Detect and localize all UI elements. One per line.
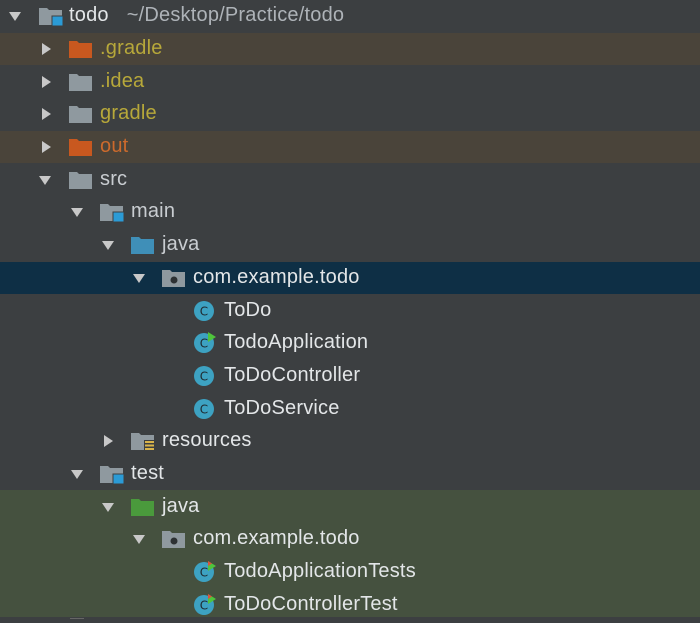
expand-arrow-icon[interactable] (99, 236, 117, 254)
class-icon: C (191, 365, 217, 387)
expand-arrow-icon[interactable] (36, 171, 54, 189)
svg-text:C: C (200, 402, 208, 416)
runnable-class-icon: C (191, 332, 217, 354)
expand-arrow-icon[interactable] (68, 465, 86, 483)
folder-label: gradle (100, 102, 157, 125)
folder-icon (68, 71, 94, 93)
test-class-icon: C (191, 561, 217, 583)
collapse-arrow-icon[interactable] (37, 138, 55, 156)
tree-row-idea[interactable]: .idea (0, 65, 700, 98)
tree-row-src[interactable]: src (0, 163, 700, 196)
collapse-arrow-icon[interactable] (99, 432, 117, 450)
svg-text:C: C (200, 598, 208, 612)
class-label: ToDoControllerTest (224, 592, 398, 615)
folder-label: resources (162, 429, 252, 452)
class-label: ToDo (224, 298, 272, 321)
bottom-edge (0, 617, 700, 623)
folder-icon (68, 169, 94, 191)
divider (70, 618, 84, 623)
module-folder-icon (99, 463, 125, 485)
class-icon: C (191, 398, 217, 420)
root-name: todo (69, 4, 109, 27)
source-folder-icon (130, 234, 156, 256)
tree-row-test[interactable]: test (0, 458, 700, 491)
tree-row-root[interactable]: todo ~/Desktop/Practice/todo (0, 0, 700, 33)
expand-arrow-icon[interactable] (99, 498, 117, 516)
package-icon (161, 267, 187, 289)
class-label: ToDoController (224, 363, 361, 386)
class-label: ToDoService (224, 396, 340, 419)
tree-row-main-package[interactable]: com.example.todo (0, 261, 700, 295)
tree-row-class-todo-application[interactable]: C TodoApplication (0, 327, 700, 360)
tree-row-main[interactable]: main (0, 196, 700, 229)
package-label: com.example.todo (193, 265, 360, 288)
expand-arrow-icon[interactable] (6, 7, 24, 25)
class-label: TodoApplication (224, 331, 369, 354)
class-label: TodoApplicationTests (224, 560, 416, 583)
tree-row-gradle[interactable]: gradle (0, 98, 700, 131)
expand-arrow-icon[interactable] (68, 203, 86, 221)
tree-row-class-todo[interactable]: C ToDo (0, 294, 700, 327)
folder-label: src (100, 167, 128, 190)
module-folder-icon (99, 201, 125, 223)
test-folder-icon (130, 496, 156, 518)
svg-text:C: C (200, 304, 208, 318)
module-folder-icon (38, 5, 64, 27)
svg-text:C: C (200, 566, 208, 580)
tree-row-class-todo-controller[interactable]: C ToDoController (0, 360, 700, 393)
tree-row-class-todo-application-tests[interactable]: C TodoApplicationTests (0, 555, 700, 589)
folder-label: java (162, 233, 200, 256)
test-class-icon: C (191, 593, 217, 616)
folder-label: out (100, 135, 129, 158)
folder-icon (68, 38, 94, 60)
folder-icon (68, 103, 94, 125)
svg-text:C: C (200, 369, 208, 383)
folder-label: .idea (100, 69, 145, 92)
tree-row-gradle-hidden[interactable]: .gradle (0, 32, 700, 66)
tree-row-out[interactable]: out (0, 130, 700, 164)
folder-label: java (162, 494, 200, 517)
collapse-arrow-icon[interactable] (37, 105, 55, 123)
collapse-arrow-icon[interactable] (37, 73, 55, 91)
tree-row-resources[interactable]: resources (0, 425, 700, 458)
project-tree: todo ~/Desktop/Practice/todo .gradle .ide… (0, 0, 700, 622)
folder-label: .gradle (100, 37, 163, 60)
class-icon: C (191, 300, 217, 322)
resources-folder-icon (130, 430, 156, 452)
package-icon (161, 528, 187, 550)
package-label: com.example.todo (193, 527, 360, 550)
folder-label: main (131, 200, 176, 223)
tree-row-test-java[interactable]: java (0, 490, 700, 523)
tree-row-class-todo-service[interactable]: C ToDoService (0, 392, 700, 425)
expand-arrow-icon[interactable] (130, 530, 148, 548)
expand-arrow-icon[interactable] (130, 269, 148, 287)
svg-text:C: C (200, 337, 208, 351)
folder-label: test (131, 462, 165, 485)
folder-icon (68, 136, 94, 158)
collapse-arrow-icon[interactable] (37, 40, 55, 58)
tree-row-test-package[interactable]: com.example.todo (0, 523, 700, 556)
root-path: ~/Desktop/Practice/todo (126, 4, 345, 27)
tree-row-main-java[interactable]: java (0, 229, 700, 262)
